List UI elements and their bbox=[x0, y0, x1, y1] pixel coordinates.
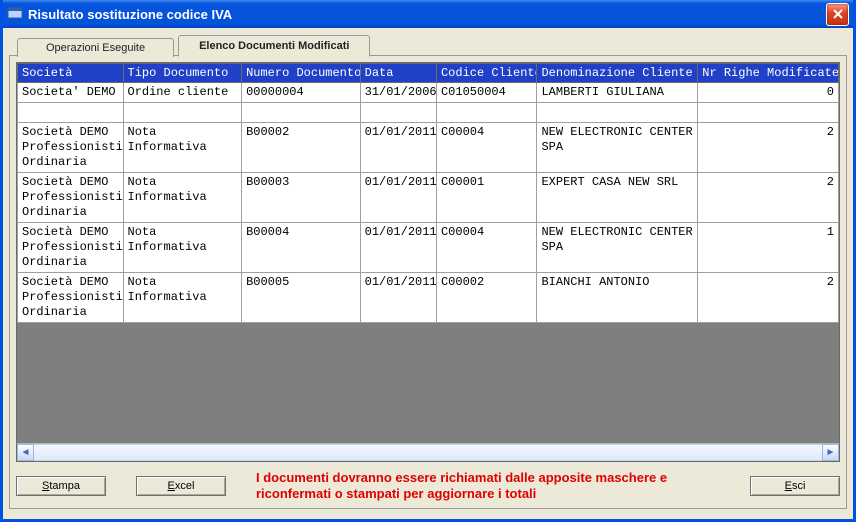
cell-tipo: Nota Informativa bbox=[123, 273, 242, 323]
cell-empty bbox=[537, 103, 698, 123]
cell-empty bbox=[436, 103, 536, 123]
table-row[interactable]: Società DEMO Professionisti OrdinariaNot… bbox=[18, 173, 839, 223]
scrollbar-track[interactable] bbox=[34, 444, 822, 461]
grid-container: Società Tipo Documento Numero Documento … bbox=[16, 62, 840, 462]
cell-nr: 2 bbox=[698, 273, 839, 323]
table-row[interactable]: Società DEMO Professionisti OrdinariaNot… bbox=[18, 223, 839, 273]
cell-tipo: Nota Informativa bbox=[123, 173, 242, 223]
cell-nr: 2 bbox=[698, 173, 839, 223]
excel-button[interactable]: Excel bbox=[136, 476, 226, 496]
tab-strip: Operazioni Eseguite Elenco Documenti Mod… bbox=[9, 34, 847, 56]
close-icon bbox=[833, 9, 843, 19]
scroll-right-button[interactable]: ► bbox=[822, 444, 839, 461]
cell-denominazione: NEW ELECTRONIC CENTER SPA bbox=[537, 223, 698, 273]
chevron-right-icon: ► bbox=[826, 447, 836, 458]
cell-tipo: Nota Informativa bbox=[123, 123, 242, 173]
table-row-empty bbox=[18, 103, 839, 123]
bottom-bar: Stampa Excel I documenti dovranno essere… bbox=[16, 470, 840, 503]
client-area: Operazioni Eseguite Elenco Documenti Mod… bbox=[3, 28, 853, 519]
cell-societa: Societa' DEMO bbox=[18, 83, 124, 103]
warning-text: I documenti dovranno essere richiamati d… bbox=[256, 470, 720, 503]
col-denominazione-cliente[interactable]: Denominazione Cliente bbox=[537, 64, 698, 83]
cell-data: 01/01/2011 bbox=[360, 173, 436, 223]
title-bar: Risultato sostituzione codice IVA bbox=[3, 0, 853, 28]
cell-codice: C00004 bbox=[436, 223, 536, 273]
cell-empty bbox=[242, 103, 361, 123]
table-row[interactable]: Societa' DEMOOrdine cliente0000000431/01… bbox=[18, 83, 839, 103]
horizontal-scrollbar[interactable]: ◄ ► bbox=[17, 443, 839, 461]
col-nr-righe-modificate[interactable]: Nr Righe Modificate bbox=[698, 64, 839, 83]
cell-data: 01/01/2011 bbox=[360, 123, 436, 173]
cell-empty bbox=[360, 103, 436, 123]
cell-societa: Società DEMO Professionisti Ordinaria bbox=[18, 173, 124, 223]
tab-operations[interactable]: Operazioni Eseguite bbox=[17, 38, 174, 57]
cell-data: 01/01/2011 bbox=[360, 273, 436, 323]
col-societa[interactable]: Società bbox=[18, 64, 124, 83]
cell-societa: Società DEMO Professionisti Ordinaria bbox=[18, 223, 124, 273]
cell-numero: B00005 bbox=[242, 273, 361, 323]
cell-nr: 2 bbox=[698, 123, 839, 173]
esci-button[interactable]: Esci bbox=[750, 476, 840, 496]
col-codice-cliente[interactable]: Codice Cliente bbox=[436, 64, 536, 83]
tab-modified-documents[interactable]: Elenco Documenti Modificati bbox=[178, 35, 370, 57]
cell-empty bbox=[698, 103, 839, 123]
cell-tipo: Ordine cliente bbox=[123, 83, 242, 103]
table-row[interactable]: Società DEMO Professionisti OrdinariaNot… bbox=[18, 273, 839, 323]
cell-numero: B00002 bbox=[242, 123, 361, 173]
results-grid[interactable]: Società Tipo Documento Numero Documento … bbox=[17, 63, 839, 323]
stampa-button[interactable]: Stampa bbox=[16, 476, 106, 496]
cell-tipo: Nota Informativa bbox=[123, 223, 242, 273]
grid-header-row: Società Tipo Documento Numero Documento … bbox=[18, 64, 839, 83]
cell-numero: B00003 bbox=[242, 173, 361, 223]
cell-data: 31/01/2006 bbox=[360, 83, 436, 103]
cell-codice: C00002 bbox=[436, 273, 536, 323]
col-data[interactable]: Data bbox=[360, 64, 436, 83]
cell-nr: 1 bbox=[698, 223, 839, 273]
cell-numero: 00000004 bbox=[242, 83, 361, 103]
scroll-left-button[interactable]: ◄ bbox=[17, 444, 34, 461]
cell-codice: C01050004 bbox=[436, 83, 536, 103]
cell-numero: B00004 bbox=[242, 223, 361, 273]
cell-denominazione: EXPERT CASA NEW SRL bbox=[537, 173, 698, 223]
cell-empty bbox=[18, 103, 124, 123]
cell-denominazione: NEW ELECTRONIC CENTER SPA bbox=[537, 123, 698, 173]
tab-panel: Società Tipo Documento Numero Documento … bbox=[9, 55, 847, 509]
table-row[interactable]: Società DEMO Professionisti OrdinariaNot… bbox=[18, 123, 839, 173]
cell-societa: Società DEMO Professionisti Ordinaria bbox=[18, 123, 124, 173]
cell-codice: C00001 bbox=[436, 173, 536, 223]
cell-codice: C00004 bbox=[436, 123, 536, 173]
col-numero-documento[interactable]: Numero Documento bbox=[242, 64, 361, 83]
col-tipo-documento[interactable]: Tipo Documento bbox=[123, 64, 242, 83]
cell-denominazione: BIANCHI ANTONIO bbox=[537, 273, 698, 323]
grid-empty-area bbox=[17, 323, 839, 443]
cell-nr: 0 bbox=[698, 83, 839, 103]
window-title: Risultato sostituzione codice IVA bbox=[28, 7, 826, 22]
close-button[interactable] bbox=[826, 3, 849, 26]
app-icon bbox=[7, 6, 23, 22]
window-frame: Risultato sostituzione codice IVA Operaz… bbox=[0, 0, 856, 522]
cell-denominazione: LAMBERTI GIULIANA bbox=[537, 83, 698, 103]
chevron-left-icon: ◄ bbox=[21, 447, 31, 458]
cell-empty bbox=[123, 103, 242, 123]
cell-data: 01/01/2011 bbox=[360, 223, 436, 273]
cell-societa: Società DEMO Professionisti Ordinaria bbox=[18, 273, 124, 323]
